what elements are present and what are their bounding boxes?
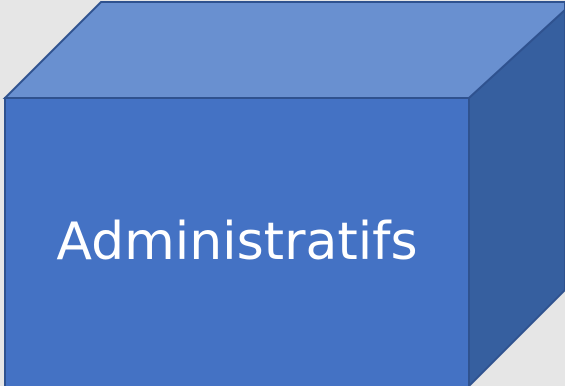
diagram-canvas: Administratifs bbox=[0, 0, 565, 386]
cube-label: Administratifs bbox=[56, 212, 418, 272]
cube-top-face bbox=[2, 1, 565, 99]
